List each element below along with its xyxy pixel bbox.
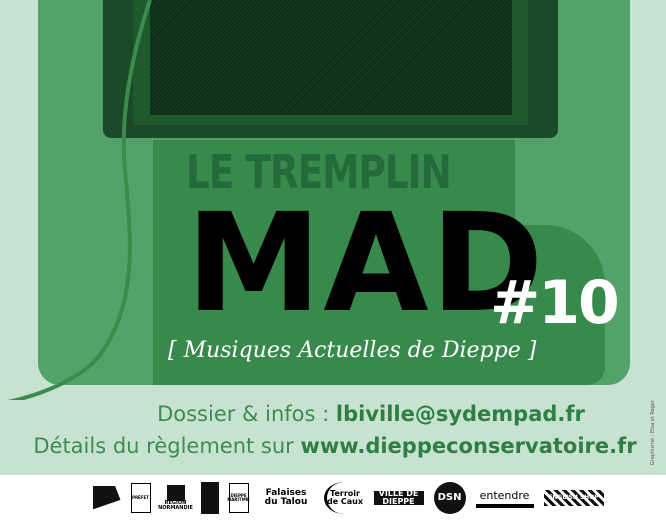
edition-number: #10 — [490, 268, 620, 338]
graphic-credit: Graphisme : Elsa et Roger — [650, 400, 656, 466]
partner-logo-seine-maritime — [200, 481, 219, 514]
partner-logo-ville-de-dieppe: VILLE DE DIEPPE — [373, 489, 424, 505]
partner-logo-prefet: PRÉFET — [130, 482, 151, 513]
partner-logo-1 — [92, 485, 121, 510]
email-link[interactable]: lbiville@sydempad.fr — [336, 402, 585, 426]
partner-logo-falaises-du-talou: Falaises du Talou — [264, 487, 308, 507]
dossier-label: Dossier & infos : — [157, 402, 336, 426]
partner-logos: PRÉFET RÉGION NORMANDIE DIEPPE MARITIME … — [0, 475, 666, 520]
dossier-line: Dossier & infos : lbiville@sydempad.fr — [38, 402, 666, 426]
details-label: Détails du règlement sur — [33, 434, 301, 458]
partner-logo-english-shop: ENGLISH SHOP — [543, 489, 604, 506]
partner-logo-region-normandie: RÉGION NORMANDIE — [158, 484, 193, 512]
partner-logo-dieppe-maritime: DIEPPE MARITIME — [227, 482, 250, 513]
details-line: Détails du règlement sur www.dieppeconse… — [2, 434, 666, 458]
partner-logo-terroir-de-caux: Terroir de Caux — [323, 481, 364, 514]
website-link[interactable]: www.dieppeconservatoire.fr — [300, 434, 636, 458]
partner-logo-dieppe-scene-nationale: DSN — [433, 481, 466, 514]
subtitle: [ Musiques Actuelles de Dieppe ] — [168, 338, 537, 363]
partner-logo-entendre: entendre — [475, 488, 534, 508]
